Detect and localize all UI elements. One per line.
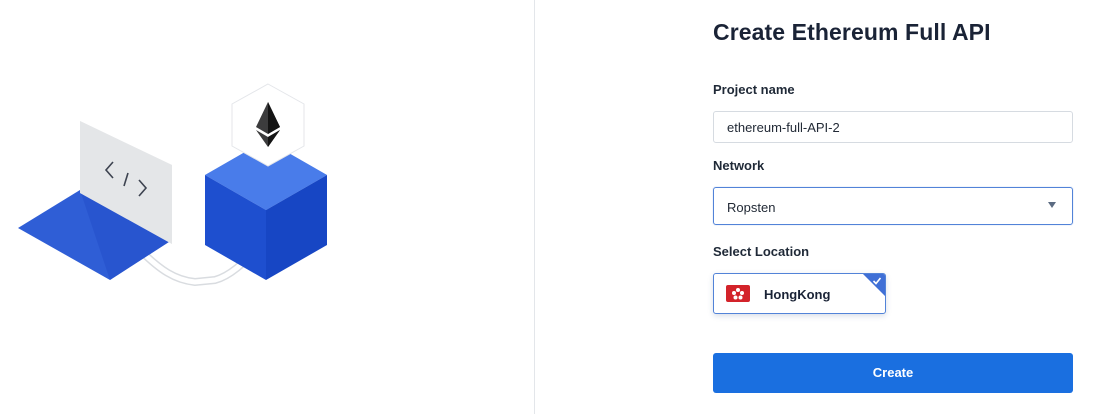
network-value: Ropsten <box>727 200 776 215</box>
create-api-form: Create Ethereum Full API Project name et… <box>713 0 1073 414</box>
location-option-hongkong[interactable]: HongKong <box>713 273 886 314</box>
location-label: Select Location <box>713 244 810 259</box>
ethereum-illustration <box>18 83 327 287</box>
panel-divider <box>534 0 535 414</box>
project-name-value: ethereum-full-API-2 <box>727 120 840 135</box>
project-name-label: Project name <box>713 82 795 97</box>
hongkong-flag-icon <box>726 285 750 302</box>
check-icon <box>872 277 882 285</box>
create-button[interactable]: Create <box>713 353 1073 393</box>
illustration-panel <box>0 0 534 414</box>
network-label: Network <box>713 158 765 173</box>
page-title: Create Ethereum Full API <box>713 19 991 45</box>
project-name-input[interactable]: ethereum-full-API-2 <box>713 111 1073 143</box>
chevron-down-icon <box>1048 202 1056 208</box>
location-name: HongKong <box>764 287 831 302</box>
network-select[interactable]: Ropsten <box>713 187 1073 225</box>
